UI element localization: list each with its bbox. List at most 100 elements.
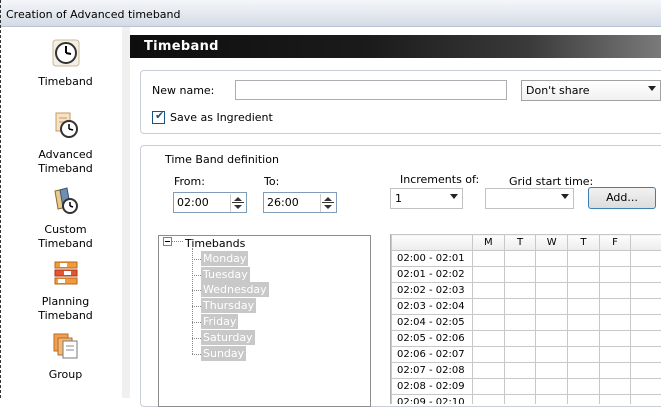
grid-cell[interactable] (504, 299, 536, 315)
grid-cell[interactable] (504, 363, 536, 379)
grid-row-header[interactable]: 02:00 - 02:01 (392, 251, 473, 267)
grid-row-header[interactable]: 02:03 - 02:04 (392, 299, 473, 315)
tree-item-wednesday[interactable]: Wednesday (201, 282, 269, 297)
grid-cell[interactable] (472, 331, 504, 347)
grid-cell[interactable] (631, 251, 661, 267)
grid-cell[interactable] (472, 251, 504, 267)
grid-cell[interactable] (631, 267, 661, 283)
increments-select[interactable]: 1 (390, 188, 463, 209)
grid-cell[interactable] (631, 363, 661, 379)
grid-cell[interactable] (536, 267, 568, 283)
grid-cell[interactable] (472, 395, 504, 405)
grid-cell[interactable] (599, 267, 630, 283)
grid-row-header[interactable]: 02:01 - 02:02 (392, 267, 473, 283)
grid-row-header[interactable]: 02:05 - 02:06 (392, 331, 473, 347)
grid-cell[interactable] (504, 395, 536, 405)
grid-col-wednesday[interactable]: W (536, 235, 568, 251)
sidebar-item-planning-timeband[interactable]: Planning Timeband (9, 255, 122, 327)
from-time-stepper[interactable]: 02:00 (173, 192, 247, 213)
grid-cell[interactable] (472, 283, 504, 299)
grid-cell[interactable] (568, 315, 600, 331)
grid-cell[interactable] (568, 379, 600, 395)
tree-item-tuesday[interactable]: Tuesday (201, 267, 250, 282)
grid-cell[interactable] (504, 267, 536, 283)
grid-cell[interactable] (536, 347, 568, 363)
grid-cell[interactable] (504, 347, 536, 363)
grid-cell[interactable] (568, 283, 600, 299)
grid-cell[interactable] (504, 251, 536, 267)
grid-row-header[interactable]: 02:02 - 02:03 (392, 283, 473, 299)
grid-cell[interactable] (599, 347, 630, 363)
share-select[interactable]: Don't share (521, 80, 661, 101)
sidebar-item-timeband[interactable]: Timeband (9, 27, 122, 95)
grid-cell[interactable] (472, 267, 504, 283)
grid-cell[interactable] (631, 379, 661, 395)
to-stepper-buttons[interactable] (320, 194, 335, 212)
grid-cell[interactable] (631, 331, 661, 347)
grid-cell[interactable] (568, 251, 600, 267)
grid-cell[interactable] (599, 315, 630, 331)
sidebar-item-advanced-timeband[interactable]: Advanced Timeband (9, 107, 122, 177)
grid-start-select[interactable] (485, 188, 574, 209)
grid-cell[interactable] (472, 299, 504, 315)
sidebar-item-custom-timeband[interactable]: Custom Timeband (9, 182, 122, 254)
grid-row-header[interactable]: 02:04 - 02:05 (392, 315, 473, 331)
tree-item-saturday[interactable]: Saturday (201, 330, 255, 345)
grid-cell[interactable] (631, 395, 661, 405)
grid-cell[interactable] (599, 395, 630, 405)
grid-cell[interactable] (631, 299, 661, 315)
grid-cell[interactable] (536, 315, 568, 331)
tree-item-thursday[interactable]: Thursday (201, 298, 256, 313)
grid-cell[interactable] (568, 347, 600, 363)
grid-cell[interactable] (599, 379, 630, 395)
grid-row-header[interactable]: 02:09 - 02:10 (392, 395, 473, 405)
to-time-stepper[interactable]: 26:00 (263, 192, 337, 213)
grid-cell[interactable] (536, 363, 568, 379)
grid-cell[interactable] (599, 251, 630, 267)
grid-cell[interactable] (536, 299, 568, 315)
grid-cell[interactable] (568, 331, 600, 347)
grid-cell[interactable] (472, 379, 504, 395)
table-row: 02:05 - 02:06 (392, 331, 661, 347)
grid-cell[interactable] (536, 251, 568, 267)
grid-cell[interactable] (472, 347, 504, 363)
schedule-grid[interactable]: M T W T F 02:00 - 02:0102:01 - 02:0202:0… (390, 234, 661, 404)
grid-cell[interactable] (536, 331, 568, 347)
grid-cell[interactable] (568, 363, 600, 379)
tree-item-sunday[interactable]: Sunday (201, 346, 246, 361)
grid-row-header[interactable]: 02:06 - 02:07 (392, 347, 473, 363)
grid-cell[interactable] (631, 283, 661, 299)
tree-item-friday[interactable]: Friday (201, 314, 238, 329)
grid-cell[interactable] (599, 331, 630, 347)
from-stepper-buttons[interactable] (230, 194, 245, 212)
grid-cell[interactable] (504, 315, 536, 331)
add-button[interactable]: Add... (588, 187, 656, 209)
grid-col-thursday[interactable]: T (568, 235, 600, 251)
grid-cell[interactable] (568, 267, 600, 283)
grid-cell[interactable] (472, 363, 504, 379)
grid-row-header[interactable]: 02:07 - 02:08 (392, 363, 473, 379)
grid-cell[interactable] (568, 299, 600, 315)
grid-cell[interactable] (536, 395, 568, 405)
grid-cell[interactable] (599, 283, 630, 299)
new-name-input[interactable] (235, 80, 507, 100)
grid-row-header[interactable]: 02:08 - 02:09 (392, 379, 473, 395)
grid-cell[interactable] (504, 331, 536, 347)
grid-cell[interactable] (536, 379, 568, 395)
grid-cell[interactable] (504, 283, 536, 299)
grid-cell[interactable] (568, 395, 600, 405)
grid-cell[interactable] (472, 315, 504, 331)
timebands-tree[interactable] (158, 235, 371, 407)
grid-col-tuesday[interactable]: T (504, 235, 536, 251)
grid-cell[interactable] (599, 299, 630, 315)
tree-item-monday[interactable]: Monday (201, 251, 248, 266)
grid-cell[interactable] (631, 347, 661, 363)
grid-col-monday[interactable]: M (472, 235, 504, 251)
grid-cell[interactable] (536, 283, 568, 299)
tree-root-timebands[interactable]: Timebands (185, 237, 245, 250)
grid-col-friday[interactable]: F (599, 235, 630, 251)
grid-cell[interactable] (599, 363, 630, 379)
grid-cell[interactable] (504, 379, 536, 395)
grid-cell[interactable] (631, 315, 661, 331)
sidebar-item-group[interactable]: Group (9, 330, 122, 390)
